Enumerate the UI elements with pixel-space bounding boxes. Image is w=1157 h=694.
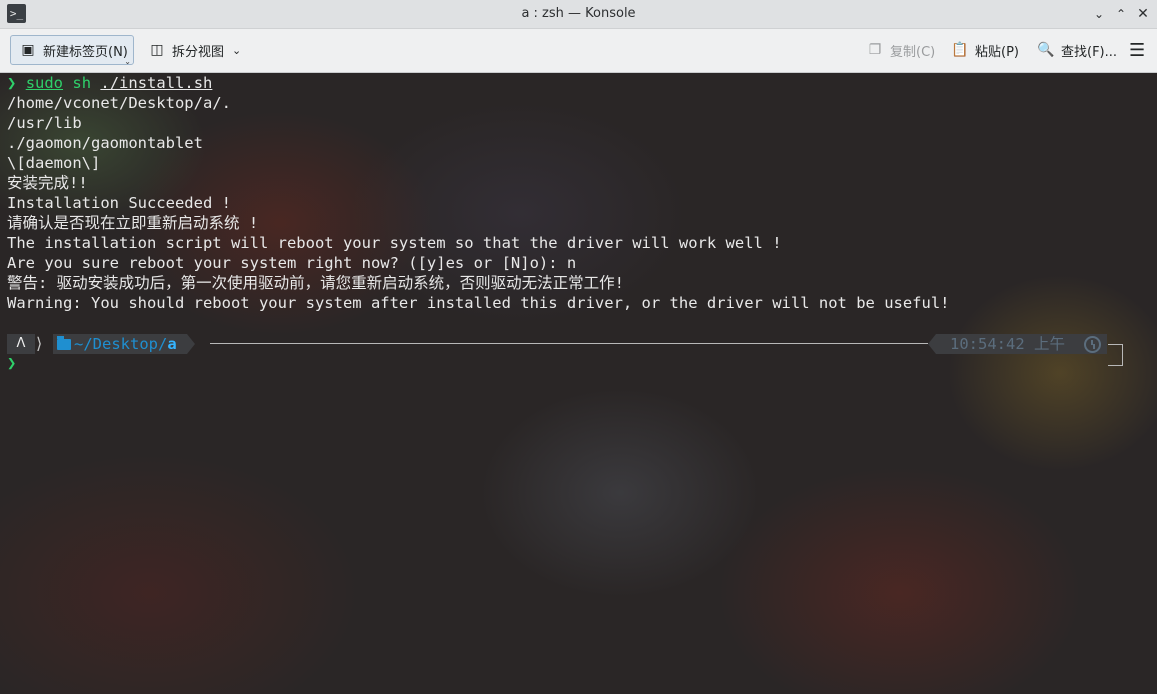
split-view-label: 拆分视图 [172,44,225,60]
output-line: Are you sure reboot your system right no… [7,254,577,272]
command-arg: ./install.sh [100,74,213,92]
prompt-time: 10:54:42 上午 [928,334,1107,354]
prompt-time-text: 10:54:42 上午 [950,335,1065,353]
terminal-output: ❯ sudo sh ./install.sh /home/vconet/Desk… [7,73,950,313]
chevron-up-icon: ⌃ [1115,7,1127,21]
close-icon: ✕ [1137,6,1149,22]
command-shell: sh [72,74,92,92]
new-tab-label: 新建标签页(N) [43,44,128,60]
output-line: \[daemon\] [7,154,101,172]
command-sudo: sudo [25,74,64,92]
output-line: 安装完成!! [7,174,88,192]
folder-icon [57,335,71,350]
prompt-directory: ~/Desktop/a [53,334,195,354]
chevron-down-icon: ⌄ [232,43,242,57]
copy-label: 复制(C) [890,44,936,60]
window-title: a : zsh — Konsole [521,6,636,21]
split-view-icon: ◫ [150,42,164,58]
output-line: ./gaomon/gaomontablet [7,134,203,152]
split-view-button[interactable]: ◫ 拆分视图 ⌄ [148,35,241,65]
toolbar: ▣ 新建标签页(N) ⌄ ◫ 拆分视图 ⌄ ❐ 复制(C) 📋 粘贴(P) 🔍 … [0,29,1157,73]
new-tab-button[interactable]: ▣ 新建标签页(N) ⌄ [10,35,134,66]
prompt-symbol: ❯ [7,74,17,92]
new-tab-icon: ▣ [21,42,35,58]
maximize-button[interactable]: ⌃ [1112,5,1130,23]
output-line: The installation script will reboot your… [7,234,782,252]
konsole-window: >_ a : zsh — Konsole ⌄ ⌃ ✕ ▣ 新建标签页(N) ⌄ … [0,0,1157,694]
close-button[interactable]: ✕ [1134,5,1152,23]
chevron-right-icon: ⟩ [36,334,43,353]
output-line: Warning: You should reboot your system a… [7,294,950,312]
output-line: /usr/lib [7,114,82,132]
input-prompt[interactable]: ❯ [7,353,16,373]
command-line: ❯ sudo sh ./install.sh [7,73,950,93]
find-button[interactable]: 🔍 查找(F)... [1037,35,1117,65]
minimize-button[interactable]: ⌄ [1090,5,1108,23]
hamburger-menu-icon: ☰ [1129,39,1146,61]
prompt-path-last: a [167,335,177,353]
chevron-down-icon: ⌄ [1093,7,1105,21]
paste-label: 粘贴(P) [975,44,1019,60]
terminal-area[interactable]: ❯ sudo sh ./install.sh /home/vconet/Desk… [0,73,1157,694]
dropdown-arrow-icon: ⌄ [124,57,131,66]
prompt-bracket [1108,344,1123,366]
search-icon: 🔍 [1037,42,1055,58]
paste-icon: 📋 [951,42,969,58]
paste-button[interactable]: 📋 粘贴(P) [951,35,1019,65]
output-line: 警告: 驱动安装成功后，第一次使用驱动前，请您重新启动系统，否则驱动无法正常工作… [7,274,624,292]
output-line: Installation Succeeded ! [7,194,231,212]
find-label: 查找(F)... [1061,44,1118,60]
output-line: 请确认是否现在立即重新启动系统 ! [7,214,259,232]
title-bar: >_ a : zsh — Konsole ⌄ ⌃ ✕ [0,0,1157,29]
prompt-rule [210,343,928,344]
prompt-bar: Λ ⟩ ~/Desktop/a 10:54:42 上午 [7,333,1123,366]
prompt-path-prefix: ~/Desktop/ [74,335,168,353]
hamburger-menu-button[interactable]: ☰ [1129,35,1145,65]
clock-icon [1084,336,1101,353]
output-line: /home/vconet/Desktop/a/. [7,94,231,112]
arch-linux-icon: Λ [7,334,35,354]
copy-icon: ❐ [868,42,882,58]
copy-button[interactable]: ❐ 复制(C) [866,35,936,65]
